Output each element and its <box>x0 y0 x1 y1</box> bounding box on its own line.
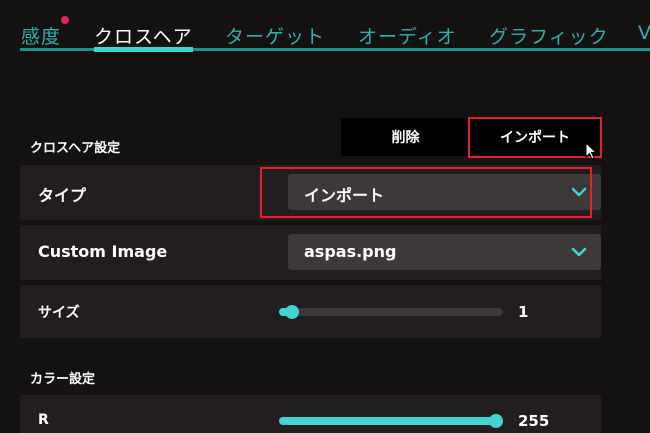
tab-sensitivity[interactable]: 感度 <box>21 22 61 49</box>
custom-image-row: Custom Image aspas.png <box>20 225 601 280</box>
import-button[interactable]: インポート <box>470 118 600 156</box>
tab-crosshair[interactable]: クロスヘア <box>94 22 193 49</box>
chevron-down-icon <box>571 187 587 197</box>
type-row: タイプ インポート <box>20 165 601 220</box>
chevron-down-icon <box>571 247 587 257</box>
r-slider-fill <box>279 417 496 425</box>
tab-audio[interactable]: オーディオ <box>358 22 457 49</box>
delete-button[interactable]: 削除 <box>341 118 470 156</box>
r-slider-thumb[interactable] <box>489 414 503 428</box>
active-tab-indicator <box>94 47 193 52</box>
type-label: タイプ <box>38 186 87 205</box>
size-value: 1 <box>518 303 529 321</box>
crosshair-section-title: クロスヘア設定 <box>30 141 121 156</box>
custom-image-dropdown-value: aspas.png <box>304 242 397 261</box>
size-row: サイズ 1 <box>20 285 601 338</box>
type-dropdown-value: インポート <box>304 186 385 205</box>
tab-graphics[interactable]: グラフィック <box>489 22 609 49</box>
r-row: R 255 <box>20 395 601 433</box>
mouse-cursor-icon <box>585 142 597 160</box>
r-label: R <box>38 412 49 428</box>
r-slider[interactable] <box>279 414 503 428</box>
size-label: サイズ <box>38 305 80 321</box>
type-dropdown[interactable]: インポート <box>288 174 601 210</box>
tab-target[interactable]: ターゲット <box>225 22 325 49</box>
settings-tab-bar: 感度 クロスヘア ターゲット オーディオ グラフィック V <box>0 0 650 56</box>
size-slider-thumb[interactable] <box>285 305 299 319</box>
size-slider[interactable] <box>279 305 503 319</box>
r-value: 255 <box>518 412 550 430</box>
notification-dot-icon <box>61 16 69 24</box>
tab-overflow[interactable]: V <box>638 22 650 44</box>
crosshair-action-buttons: 削除 インポート <box>341 118 600 156</box>
custom-image-label: Custom Image <box>38 242 168 261</box>
custom-image-dropdown[interactable]: aspas.png <box>288 234 601 270</box>
color-section-title: カラー設定 <box>30 372 96 387</box>
